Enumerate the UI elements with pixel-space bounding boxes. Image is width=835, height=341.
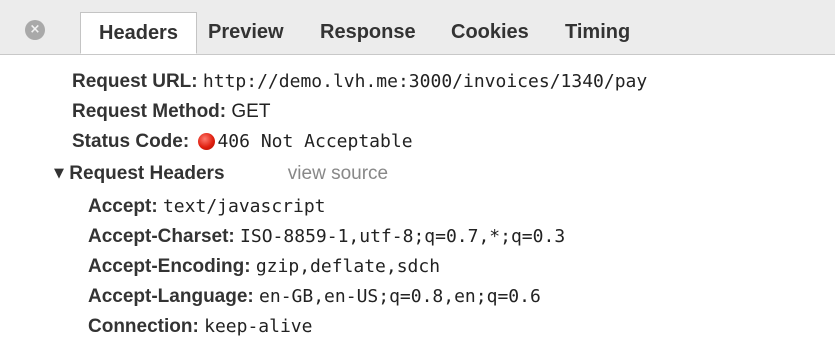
header-row: Accept: text/javascript [88, 194, 326, 220]
request-url-value: http://demo.lvh.me:3000/invoices/1340/pa… [202, 71, 648, 92]
request-method-row: Request Method: GET [72, 99, 270, 125]
header-key: Accept-Encoding: [88, 256, 251, 277]
close-icon[interactable]: × [25, 20, 45, 40]
header-value: text/javascript [162, 196, 326, 217]
header-key: Accept-Language: [88, 286, 254, 307]
tab-cookies[interactable]: Cookies [451, 12, 529, 54]
request-url-key: Request URL: [72, 71, 198, 92]
header-key: Connection: [88, 316, 199, 337]
status-code-row: Status Code: 406 Not Acceptable [72, 129, 413, 155]
header-value: keep-alive [204, 316, 313, 337]
request-method-key: Request Method: [72, 101, 227, 122]
status-code-value: 406 Not Acceptable [217, 131, 413, 152]
header-row: Accept-Language: en-GB,en-US;q=0.8,en;q=… [88, 284, 541, 310]
tab-headers[interactable]: Headers [80, 12, 197, 54]
status-error-icon [198, 133, 216, 150]
request-headers-section: ▼ Request Headers view source [54, 161, 388, 187]
status-code-key: Status Code: [72, 131, 190, 152]
header-key: Accept-Charset: [88, 226, 235, 247]
request-headers-title[interactable]: Request Headers [69, 163, 224, 184]
header-key: Accept: [88, 196, 158, 217]
view-source-link[interactable]: view source [288, 163, 388, 184]
header-row: Connection: keep-alive [88, 314, 312, 340]
request-url-row: Request URL: http://demo.lvh.me:3000/inv… [72, 69, 647, 95]
header-value: ISO-8859-1,utf-8;q=0.7,*;q=0.3 [240, 226, 566, 247]
header-value: en-GB,en-US;q=0.8,en;q=0.6 [259, 286, 541, 307]
header-value: gzip,deflate,sdch [255, 256, 441, 277]
header-row: Accept-Charset: ISO-8859-1,utf-8;q=0.7,*… [88, 224, 565, 250]
devtools-tab-bar: × Headers Preview Response Cookies Timin… [0, 0, 835, 55]
tab-preview[interactable]: Preview [208, 12, 284, 54]
header-row: Accept-Encoding: gzip,deflate,sdch [88, 254, 440, 280]
tab-timing[interactable]: Timing [565, 12, 630, 54]
tab-response[interactable]: Response [320, 12, 416, 54]
disclosure-triangle-icon[interactable]: ▼ [54, 161, 64, 187]
request-method-value: GET [231, 101, 271, 122]
